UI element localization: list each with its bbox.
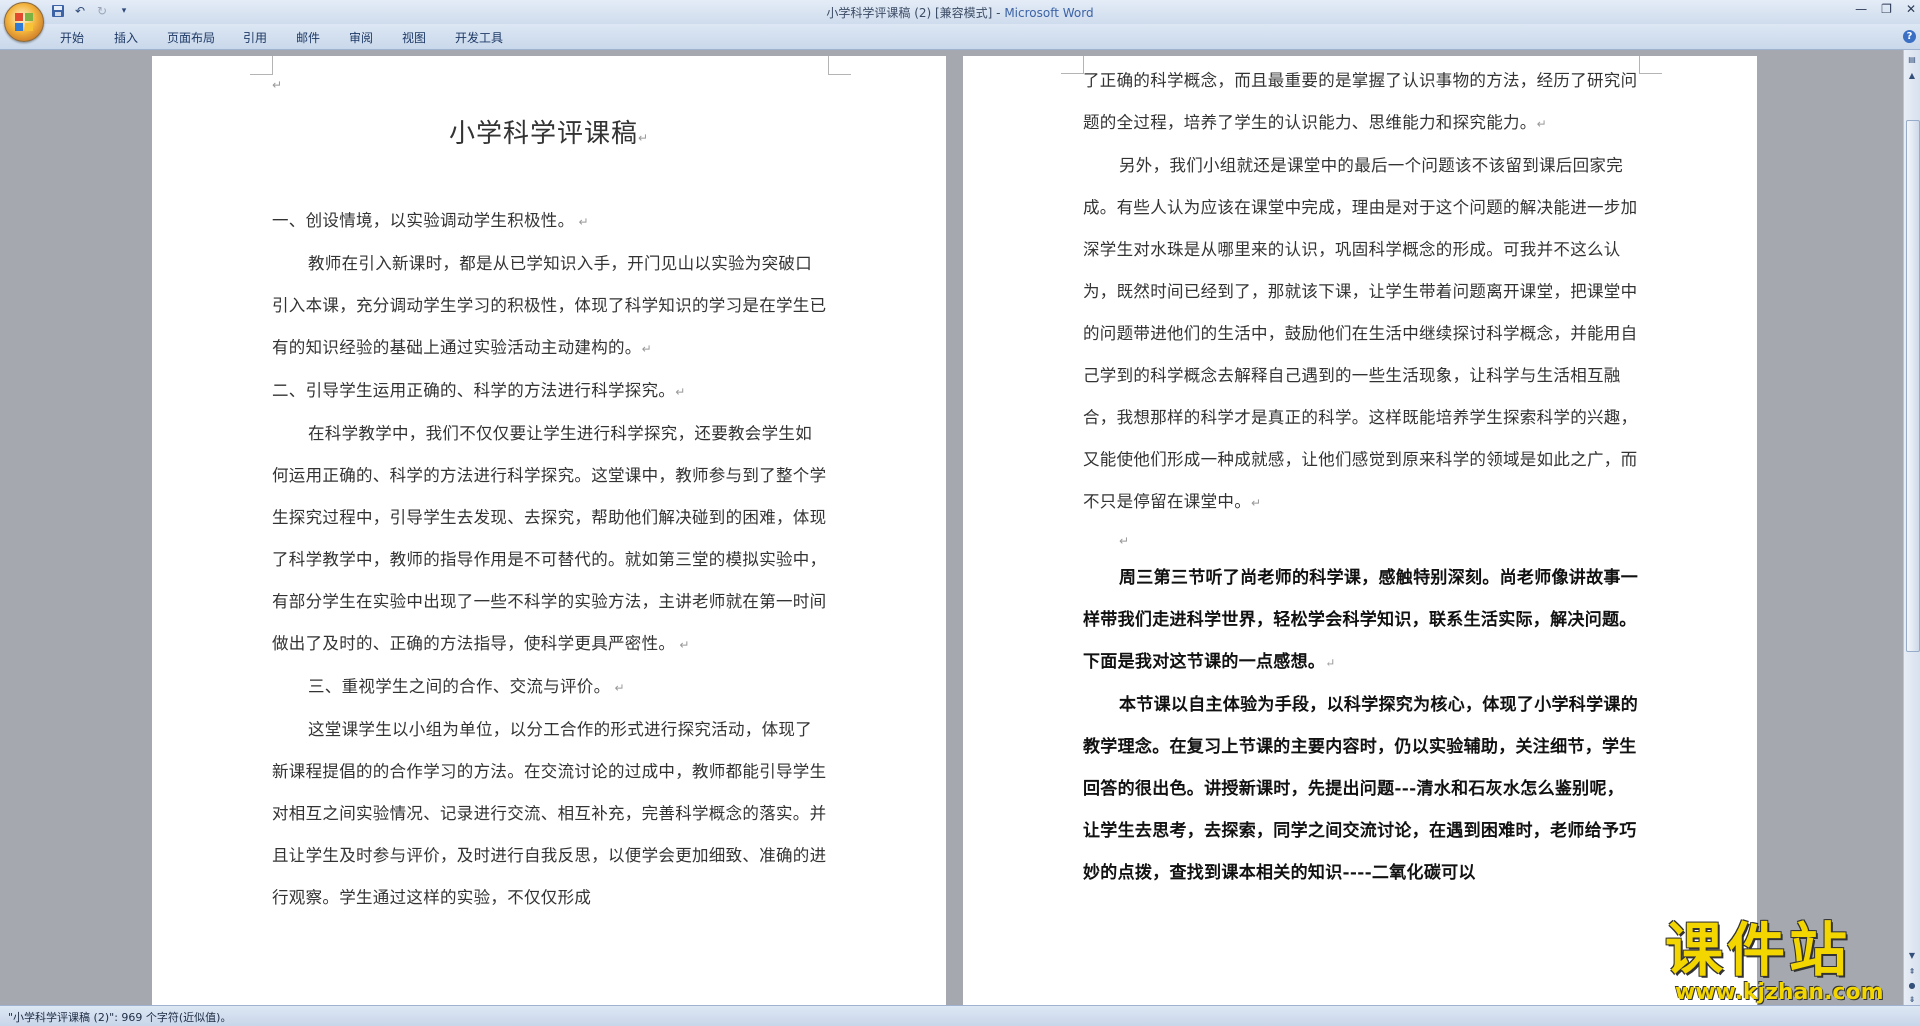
vertical-scrollbar[interactable]: ▤ ▲ ▼ ⇞ ● ⇟ xyxy=(1903,50,1920,1005)
body-paragraph: 在科学教学中，我们不仅仅要让学生进行科学探究，还要教会学生如何运用正确的、科学的… xyxy=(272,424,827,653)
restore-icon[interactable]: ❐ xyxy=(1881,2,1892,16)
page-corner-mark xyxy=(250,56,273,75)
tab-references[interactable]: 引用 xyxy=(243,29,267,46)
paragraph-mark: ↵ xyxy=(272,78,283,92)
tab-home[interactable]: 开始 xyxy=(60,29,84,46)
empty-paragraph: ↵ xyxy=(1119,534,1130,548)
tab-view[interactable]: 视图 xyxy=(402,29,426,46)
body-paragraph: 教师在引入新课时，都是从已学知识入手，开门见山以实验为突破口引入本课，充分调动学… xyxy=(272,254,827,357)
tab-page-layout[interactable]: 页面布局 xyxy=(167,29,215,46)
site-watermark-logo: 课件站 www.kjzhan.com xyxy=(1665,920,1915,1005)
watermark-url: www.kjzhan.com xyxy=(1675,980,1884,1005)
tab-mailings[interactable]: 邮件 xyxy=(296,29,320,46)
document-title: 小学科学评课稿 (2) [兼容模式] - xyxy=(826,6,1005,20)
scroll-up-icon[interactable]: ▲ xyxy=(1906,70,1918,82)
bold-paragraph: 周三第三节听了尚老师的科学课，感触特别深刻。尚老师像讲故事一样带我们走进科学世界… xyxy=(1083,568,1638,672)
bold-paragraph: 本节课以自主体验为手段，以科学探究为核心，体现了小学科学课的教学理念。在复习上节… xyxy=(1083,695,1638,883)
body-paragraph: 了正确的科学概念，而且最重要的是掌握了认识事物的方法，经历了研究问题的全过程，培… xyxy=(1083,71,1638,132)
section-heading: 一、创设情境，以实验调动学生积极性。 ↵ xyxy=(272,211,589,230)
page-corner-mark xyxy=(1061,56,1084,74)
tab-review[interactable]: 审阅 xyxy=(349,29,373,46)
page-2-body: 了正确的科学概念，而且最重要的是掌握了认识事物的方法，经历了研究问题的全过程，培… xyxy=(1083,60,1639,894)
document-page-2[interactable]: 了正确的科学概念，而且最重要的是掌握了认识事物的方法，经历了研究问题的全过程，培… xyxy=(963,56,1757,1005)
page-corner-mark xyxy=(1639,56,1662,74)
section-heading: 三、重视学生之间的合作、交流与评价。 ↵ xyxy=(308,677,625,696)
window-title: 小学科学评课稿 (2) [兼容模式] - Microsoft Word xyxy=(0,4,1920,21)
ruler-toggle-icon[interactable]: ▤ xyxy=(1906,54,1918,66)
page-gap xyxy=(946,50,963,1005)
page-1-body: 一、创设情境，以实验调动学生积极性。 ↵ 教师在引入新课时，都是从已学知识入手，… xyxy=(272,200,828,919)
status-bar: "小学科学评课稿 (2)": 969 个字符(近似值)。 xyxy=(0,1005,1920,1026)
help-icon[interactable]: ? xyxy=(1903,30,1916,43)
section-heading: 二、引导学生运用正确的、科学的方法进行科学探究。↵ xyxy=(272,381,686,400)
office-button[interactable] xyxy=(4,2,44,42)
app-name: Microsoft Word xyxy=(1004,6,1094,20)
body-paragraph: 另外，我们小组就还是课堂中的最后一个问题该不该留到课后回家完成。有些人认为应该在… xyxy=(1083,156,1638,511)
minimize-icon[interactable]: — xyxy=(1855,2,1867,16)
scroll-thumb[interactable] xyxy=(1906,120,1920,652)
ribbon-tabs: 开始 插入 页面布局 引用 邮件 审阅 视图 开发工具 ? xyxy=(0,24,1920,50)
page-corner-mark xyxy=(828,56,851,75)
tab-insert[interactable]: 插入 xyxy=(114,29,138,46)
office-logo-icon xyxy=(15,13,33,31)
window-controls: — ❐ ✕ xyxy=(1855,2,1916,16)
document-title-heading: 小学科学评课稿↵ xyxy=(448,119,650,149)
tab-developer[interactable]: 开发工具 xyxy=(455,29,503,46)
title-bar: ↶ ↻ ▾ 小学科学评课稿 (2) [兼容模式] - Microsoft Wor… xyxy=(0,0,1920,25)
document-page-1[interactable]: ↵ 小学科学评课稿↵ 一、创设情境，以实验调动学生积极性。 ↵ 教师在引入新课时… xyxy=(152,56,946,1005)
watermark-brand: 课件站 xyxy=(1665,916,1852,984)
status-message: "小学科学评课稿 (2)": 969 个字符(近似值)。 xyxy=(8,1011,232,1024)
close-icon[interactable]: ✕ xyxy=(1906,2,1916,16)
body-paragraph: 这堂课学生以小组为单位，以分工合作的形式进行探究活动，体现了新课程提倡的的合作学… xyxy=(272,720,827,907)
